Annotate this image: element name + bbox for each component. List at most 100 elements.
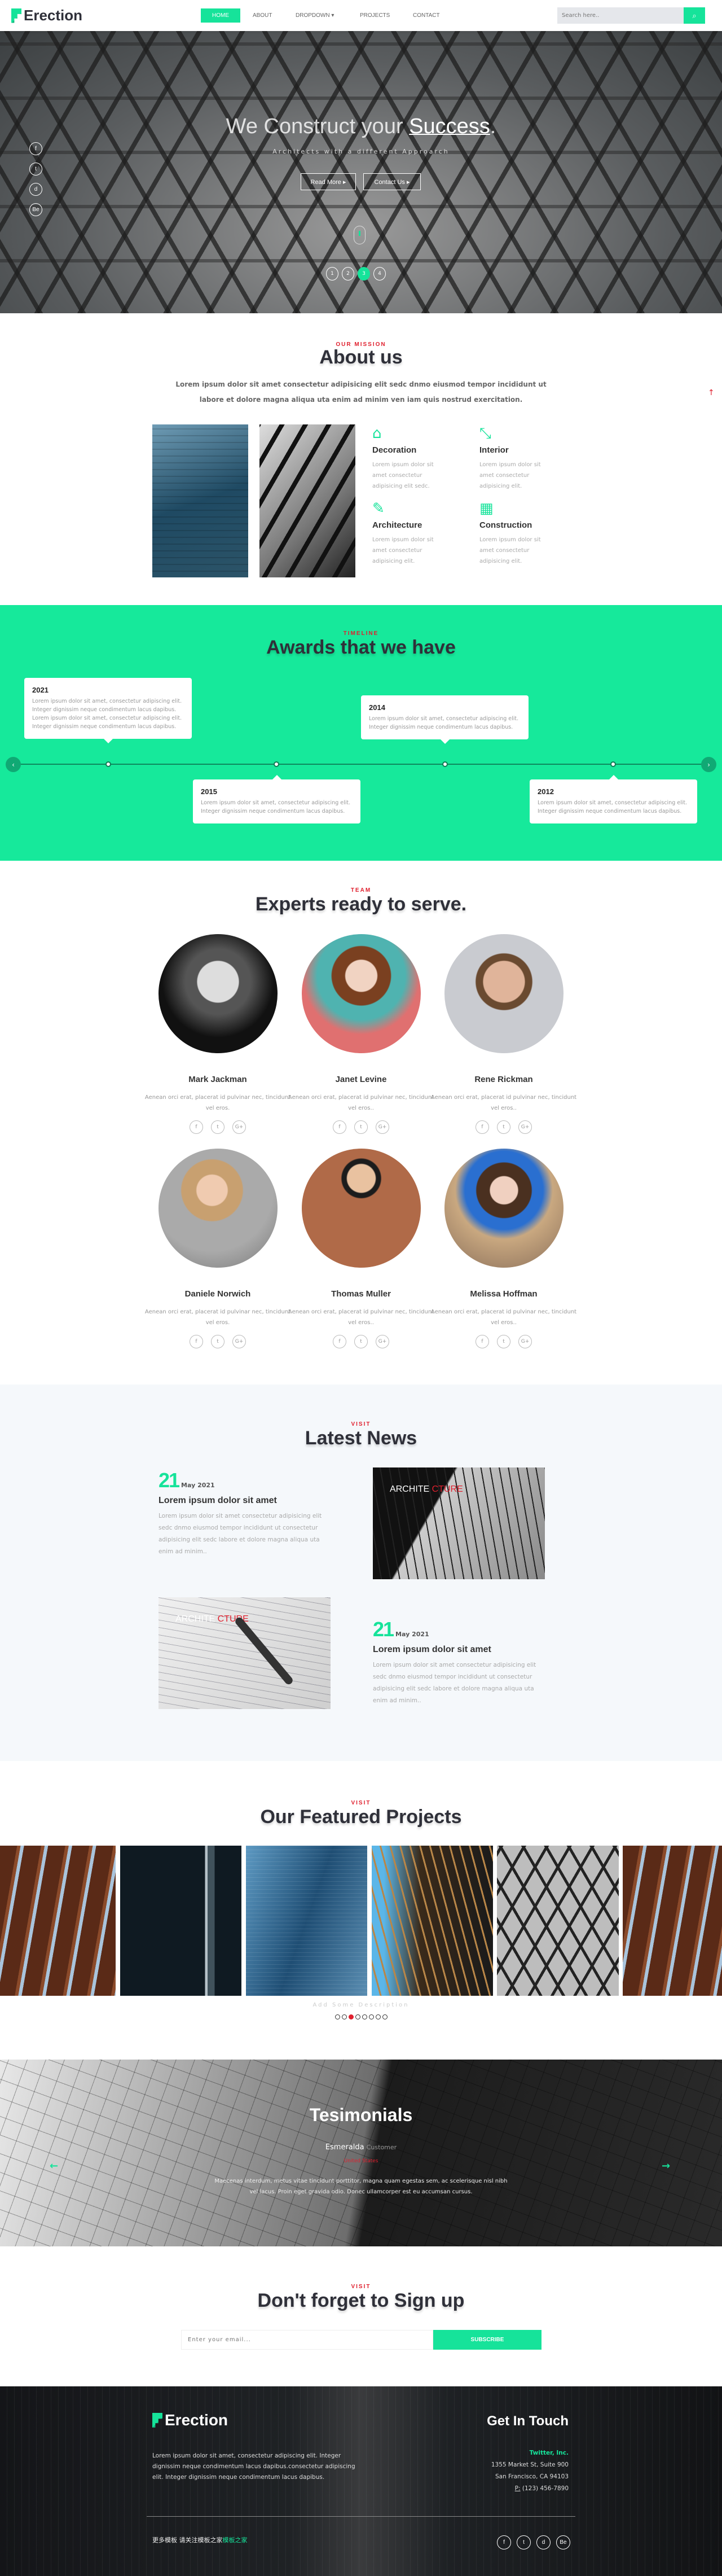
twitter-icon[interactable]: t (497, 1335, 510, 1348)
project-image[interactable] (372, 1846, 493, 1996)
google-plus-icon[interactable]: G+ (518, 1335, 532, 1348)
twitter-icon[interactable]: t (29, 163, 42, 176)
nav-about[interactable]: ABOUT (253, 8, 272, 23)
twitter-icon[interactable]: t (354, 1335, 368, 1348)
footer: Erection Lorem ipsum dolor sit amet, con… (0, 2386, 722, 2576)
contact-us-button[interactable]: Contact Us ▸ (363, 173, 421, 190)
carousel-dot[interactable] (349, 2014, 354, 2019)
facebook-icon[interactable]: f (190, 1335, 203, 1348)
news-image[interactable]: ARCHITE CTURE (159, 1597, 331, 1709)
timeline-prev-button[interactable]: ‹ (6, 757, 21, 772)
search-button[interactable]: ⌕ (684, 7, 705, 24)
page-3[interactable]: 3 (358, 267, 370, 281)
compress-icon: ⤡ (479, 425, 491, 442)
google-plus-icon[interactable]: G+ (376, 1335, 389, 1348)
google-plus-icon[interactable]: G+ (376, 1120, 389, 1134)
scroll-mouse-icon[interactable] (354, 226, 366, 244)
building-icon: ▦ (479, 500, 494, 517)
team-member: Janet Levine Aenean orci erat, placerat … (288, 934, 434, 1134)
project-image[interactable] (497, 1846, 619, 1996)
page-2[interactable]: 2 (342, 267, 354, 281)
footer-logo[interactable]: Erection (152, 2411, 228, 2429)
member-desc: Aenean orci erat, placerat id pulvinar n… (288, 1309, 434, 1326)
page-4[interactable]: 4 (373, 267, 386, 281)
feature-construction: ▦ Construction Lorem ipsum dolor sit ame… (479, 501, 553, 567)
home-icon: ⌂ (372, 425, 382, 442)
facebook-icon[interactable]: f (29, 142, 42, 155)
page-1[interactable]: 1 (326, 267, 338, 281)
nav-contact[interactable]: CONTACT (413, 8, 440, 23)
copyright-link[interactable]: 模板之家 (223, 2536, 248, 2544)
news-title: Latest News (305, 1427, 417, 1449)
google-plus-icon[interactable]: G+ (232, 1120, 246, 1134)
twitter-icon[interactable]: t (211, 1335, 224, 1348)
timeline-next-button[interactable]: › (701, 757, 716, 772)
project-image[interactable] (120, 1846, 241, 1996)
member-name: Melissa Hoffman (470, 1289, 538, 1299)
carousel-dot[interactable] (355, 2014, 360, 2019)
projects-kicker: VISIT (351, 1800, 371, 1806)
google-plus-icon[interactable]: G+ (518, 1120, 532, 1134)
carousel-dot[interactable] (362, 2014, 367, 2019)
testimonial-quote: Maecenas interdum, metus vitae tincidunt… (214, 2178, 508, 2195)
logo-mark-icon (11, 8, 21, 23)
carousel-dot[interactable] (342, 2014, 347, 2019)
team-member: Melissa Hoffman Aenean orci erat, placer… (430, 1149, 577, 1348)
logo[interactable]: Erection (11, 7, 82, 24)
search-bar: ⌕ (557, 7, 705, 24)
scroll-top-icon[interactable]: ↑ (708, 388, 715, 397)
project-image[interactable] (0, 1846, 116, 1996)
twitter-icon[interactable]: t (517, 2535, 531, 2549)
behance-icon[interactable]: Be (556, 2535, 570, 2549)
news-item-title[interactable]: Lorem ipsum dolor sit amet (373, 1645, 548, 1655)
team-kicker: TEAM (350, 887, 372, 893)
arrow-right-icon[interactable]: → (662, 2160, 670, 2172)
timeline-dot[interactable] (274, 761, 279, 767)
team-member: Mark Jackman Aenean orci erat, placerat … (144, 934, 291, 1134)
contact-info: Twitter, Inc. 1355 Market St, Suite 900 … (491, 2450, 569, 2492)
facebook-icon[interactable]: f (497, 2535, 511, 2549)
carousel-dot[interactable] (335, 2014, 340, 2019)
dribbble-icon[interactable]: d (29, 183, 42, 196)
timeline-dot[interactable] (442, 761, 448, 767)
search-input[interactable] (557, 7, 684, 24)
news-item-title[interactable]: Lorem ipsum dolor sit amet (159, 1496, 333, 1506)
twitter-icon[interactable]: t (354, 1120, 368, 1134)
member-desc: Aenean orci erat, placerat id pulvinar n… (430, 1094, 577, 1111)
nav-home[interactable]: HOME (201, 8, 240, 23)
nav-projects[interactable]: PROJECTS (360, 8, 390, 23)
facebook-icon[interactable]: f (333, 1335, 346, 1348)
timeline-dot[interactable] (105, 761, 111, 767)
timeline-card-2021: 2021 Lorem ipsum dolor sit amet, consecte… (24, 678, 192, 743)
facebook-icon[interactable]: f (476, 1120, 489, 1134)
subscribe-button[interactable]: SUBSCRIBE (433, 2330, 542, 2350)
hero-title: We Construct your Success. (226, 115, 496, 138)
news-kicker: VISIT (351, 1421, 371, 1427)
read-more-button[interactable]: Read More ▸ (301, 173, 356, 190)
facebook-icon[interactable]: f (476, 1335, 489, 1348)
project-image[interactable] (246, 1846, 367, 1996)
carousel-dot[interactable] (382, 2014, 388, 2019)
google-plus-icon[interactable]: G+ (232, 1335, 246, 1348)
footer-social: f t d Be (497, 2535, 570, 2549)
navbar: Erection HOME ABOUT DROPDOWN ▾ PROJECTS … (0, 0, 722, 31)
arrow-left-icon[interactable]: ← (50, 2160, 58, 2172)
behance-icon[interactable]: Be (29, 203, 42, 216)
timeline-dot[interactable] (610, 761, 616, 767)
member-desc: Aenean orci erat, placerat id pulvinar n… (288, 1094, 434, 1111)
project-image[interactable] (623, 1846, 722, 1996)
facebook-icon[interactable]: f (190, 1120, 203, 1134)
facebook-icon[interactable]: f (333, 1120, 346, 1134)
nav-dropdown[interactable]: DROPDOWN ▾ (296, 8, 334, 23)
twitter-icon[interactable]: t (497, 1120, 510, 1134)
dribbble-icon[interactable]: d (536, 2535, 551, 2549)
member-photo (444, 934, 563, 1053)
email-input[interactable] (181, 2330, 433, 2350)
awards-title: Awards that we have (266, 637, 456, 658)
twitter-icon[interactable]: t (211, 1120, 224, 1134)
news-image[interactable]: ARCHITE CTURE (373, 1467, 545, 1579)
timeline-line (13, 764, 707, 765)
carousel-dot[interactable] (369, 2014, 374, 2019)
projects-description: Add Some Description (312, 2002, 410, 2008)
carousel-dot[interactable] (376, 2014, 381, 2019)
